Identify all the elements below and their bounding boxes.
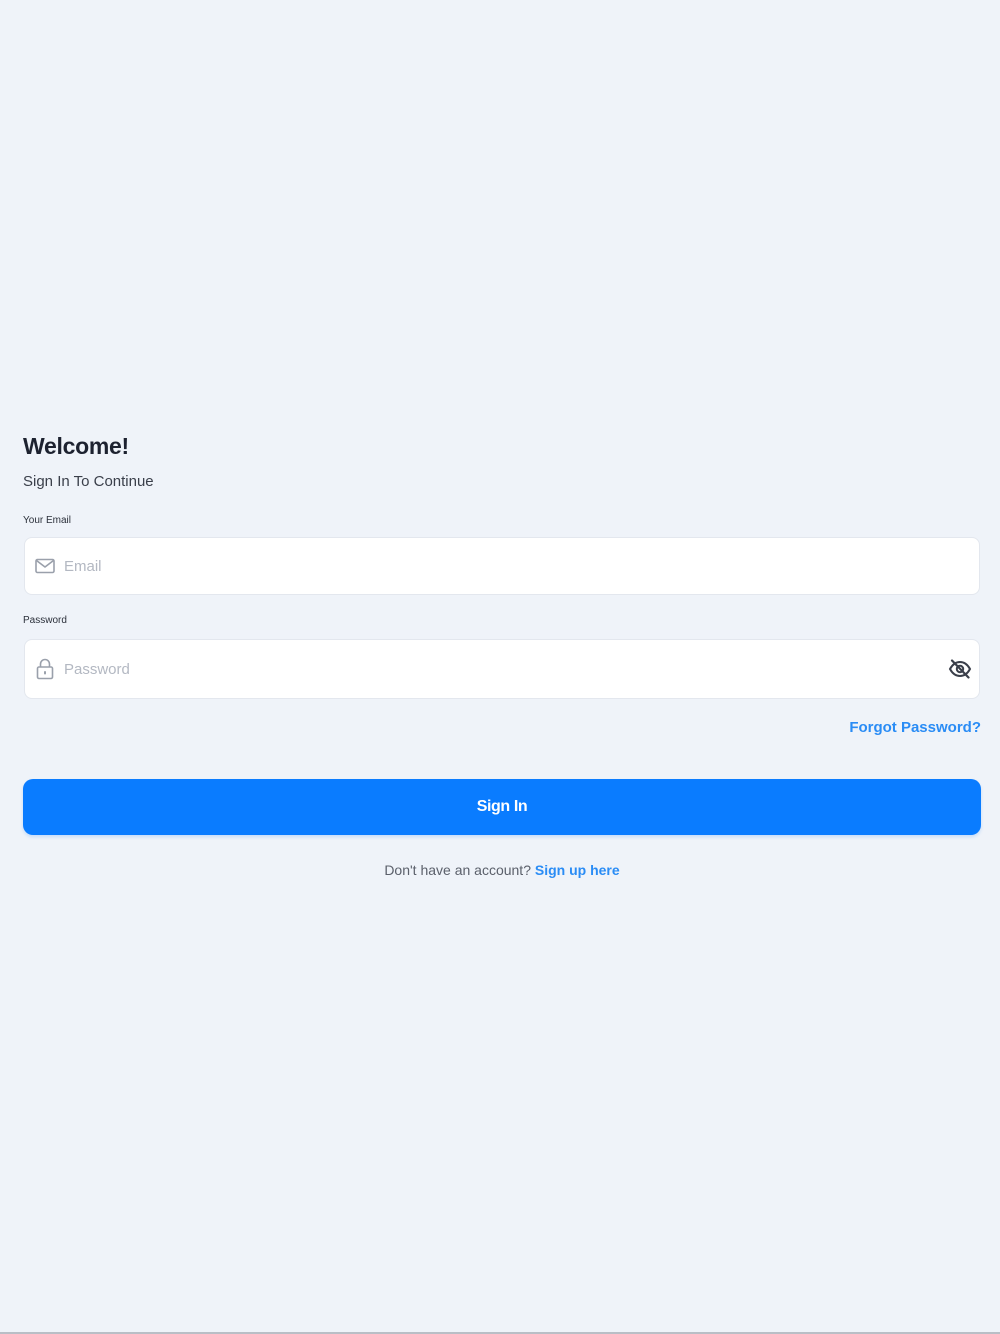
lock-icon [35, 658, 55, 680]
sign-in-button[interactable]: Sign In [23, 779, 981, 835]
sign-in-screen: Welcome! Sign In To Continue Your Email … [0, 0, 1000, 1334]
sign-up-link[interactable]: Sign up here [535, 862, 620, 878]
page-subtitle: Sign In To Continue [23, 473, 154, 490]
email-label: Your Email [23, 515, 71, 526]
mail-icon [35, 556, 55, 576]
eye-off-icon[interactable] [947, 658, 973, 680]
forgot-password-row: Forgot Password? [23, 719, 981, 739]
password-input[interactable] [64, 640, 924, 698]
password-label: Password [23, 615, 67, 626]
page-title: Welcome! [23, 433, 129, 459]
email-field-container[interactable] [24, 537, 980, 595]
signup-row: Don't have an account? Sign up here [23, 861, 981, 879]
forgot-password-link[interactable]: Forgot Password? [849, 719, 981, 736]
email-input[interactable] [64, 538, 924, 594]
password-field-container[interactable] [24, 639, 980, 699]
sign-in-form: Welcome! Sign In To Continue Your Email … [23, 430, 981, 879]
signup-prompt: Don't have an account? [384, 862, 535, 878]
